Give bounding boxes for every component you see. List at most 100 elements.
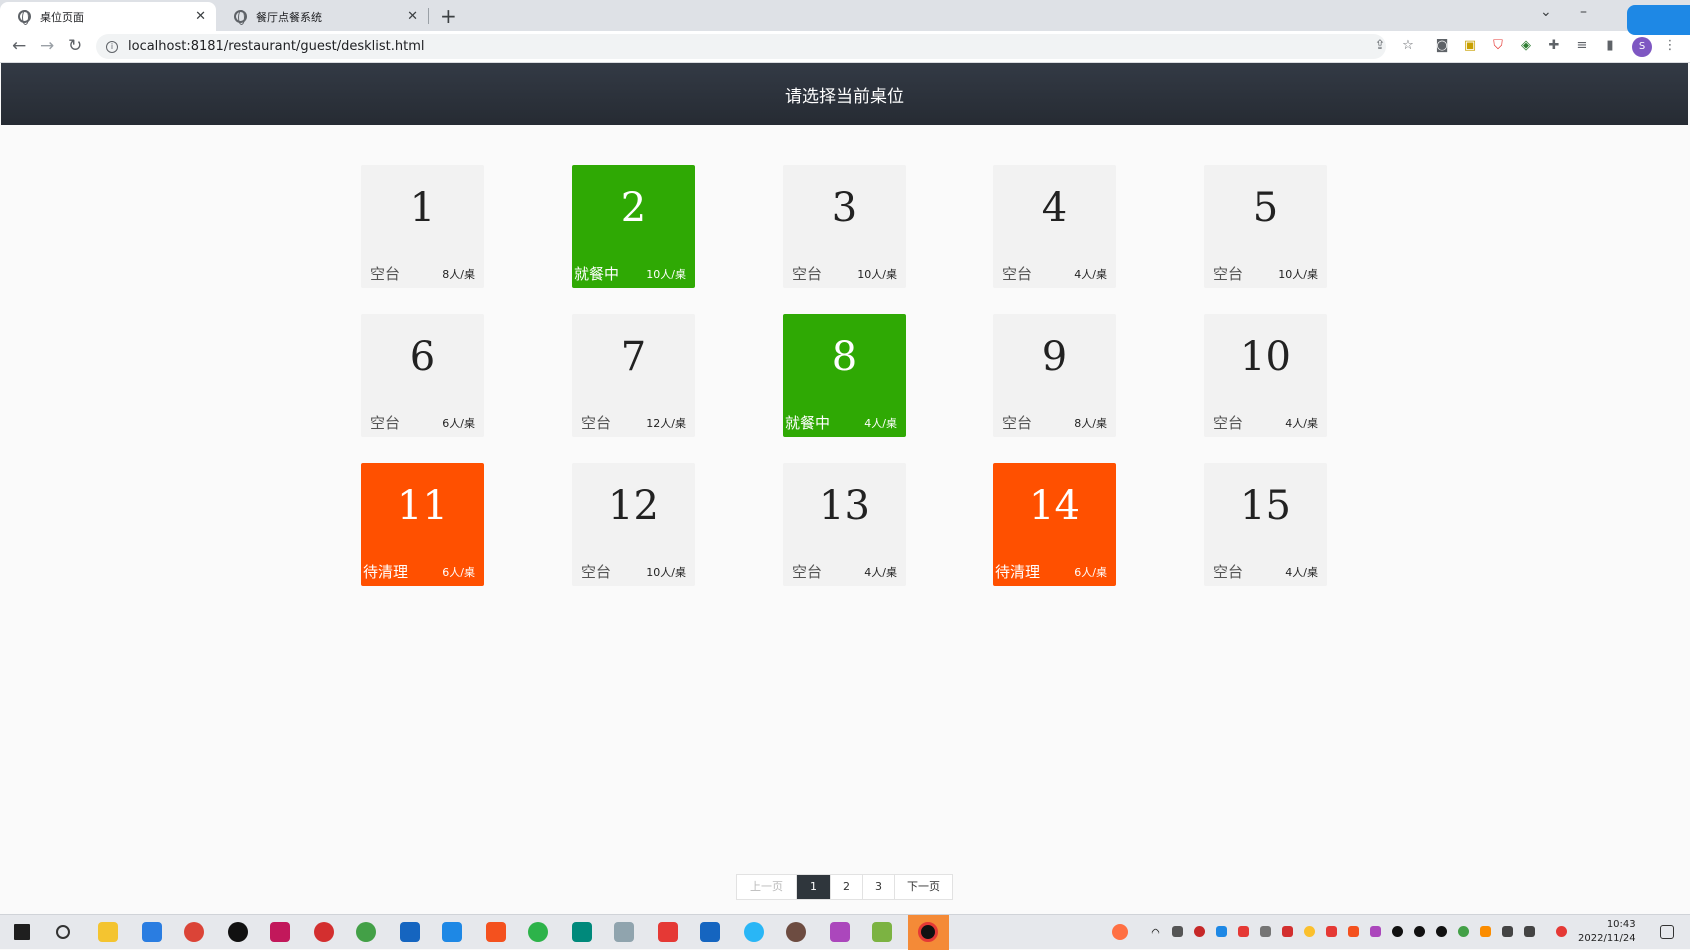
- desk-card-7[interactable]: 7 空台 12人/桌: [572, 314, 695, 437]
- close-icon[interactable]: ✕: [195, 9, 206, 24]
- desk-capacity: 10人/桌: [857, 268, 897, 281]
- search-icon[interactable]: [56, 925, 70, 939]
- address-bar[interactable]: i localhost:8181/restaurant/guest/deskli…: [96, 34, 1386, 59]
- browser-edge-icon[interactable]: [744, 922, 764, 942]
- back-icon[interactable]: ←: [12, 36, 26, 56]
- prev-page-button[interactable]: 上一页: [737, 875, 797, 899]
- tray-qq-icon-2[interactable]: [1414, 926, 1425, 937]
- mail-icon[interactable]: [442, 922, 462, 942]
- tray-expand-icon[interactable]: [1150, 927, 1161, 938]
- desk-card-11[interactable]: 11 待清理 6人/桌: [361, 463, 484, 586]
- user-avatar-icon[interactable]: [786, 922, 806, 942]
- forward-icon[interactable]: →: [40, 36, 54, 56]
- screen-recorder-icon[interactable]: [918, 922, 938, 942]
- notification-icon[interactable]: [1660, 925, 1674, 939]
- desk-capacity: 4人/桌: [864, 417, 897, 430]
- page-button-1[interactable]: 1: [797, 875, 831, 899]
- tray-icon-10[interactable]: [1370, 926, 1381, 937]
- windows-start-icon[interactable]: [14, 924, 30, 940]
- desk-card-2[interactable]: 2 就餐中 10人/桌: [572, 165, 695, 288]
- profile-avatar[interactable]: S: [1632, 37, 1652, 57]
- desk-status: 待清理: [363, 563, 409, 581]
- desk-card-5[interactable]: 5 空台 10人/桌: [1204, 165, 1327, 288]
- chrome-icon[interactable]: [184, 922, 204, 942]
- bookmark-star-icon[interactable]: ☆: [1400, 38, 1416, 54]
- tray-qq-icon-3[interactable]: [1436, 926, 1447, 937]
- extension-green-icon[interactable]: ◈: [1518, 38, 1534, 54]
- tray-icon-7[interactable]: [1304, 926, 1315, 937]
- tray-icon-1[interactable]: [1172, 926, 1183, 937]
- menu-icon[interactable]: ⋮: [1662, 38, 1678, 54]
- side-panel-icon[interactable]: ▮: [1602, 38, 1618, 54]
- desk-card-4[interactable]: 4 空台 4人/桌: [993, 165, 1116, 288]
- desk-card-12[interactable]: 12 空台 10人/桌: [572, 463, 695, 586]
- qq-icon[interactable]: [228, 922, 248, 942]
- tray-orange-icon[interactable]: [1112, 924, 1128, 940]
- image-viewer-icon[interactable]: [614, 922, 634, 942]
- volume-icon[interactable]: [1524, 926, 1535, 937]
- desk-status: 空台: [370, 265, 401, 283]
- file-explorer-icon[interactable]: [98, 922, 118, 942]
- new-tab-icon[interactable]: +: [440, 4, 457, 28]
- intellij-icon[interactable]: [270, 922, 290, 942]
- app-red-icon[interactable]: [658, 922, 678, 942]
- share-icon[interactable]: ⇪: [1372, 38, 1388, 54]
- reload-icon[interactable]: ↻: [68, 36, 82, 56]
- tray-icon-12[interactable]: [1556, 926, 1567, 937]
- desk-capacity: 10人/桌: [646, 566, 686, 579]
- desk-card-10[interactable]: 10 空台 4人/桌: [1204, 314, 1327, 437]
- sync-icon[interactable]: [356, 922, 376, 942]
- tray-icon-3[interactable]: [1216, 926, 1227, 937]
- tray-icon-11[interactable]: [1480, 926, 1491, 937]
- desk-card-8[interactable]: 8 就餐中 4人/桌: [783, 314, 906, 437]
- tray-icon-6[interactable]: [1282, 926, 1293, 937]
- desk-card-13[interactable]: 13 空台 4人/桌: [783, 463, 906, 586]
- page-button-3[interactable]: 3: [863, 875, 895, 899]
- taskbar-clock[interactable]: 10:43 2022/11/24: [1578, 918, 1636, 946]
- tray-wechat-icon[interactable]: [1458, 926, 1469, 937]
- app-purple-icon[interactable]: [830, 922, 850, 942]
- desk-capacity: 4人/桌: [1285, 566, 1318, 579]
- minimize-icon[interactable]: –: [1580, 4, 1587, 20]
- desk-number: 6: [409, 334, 436, 380]
- app-blue-icon[interactable]: [142, 922, 162, 942]
- tab-search-icon[interactable]: ⌄: [1540, 4, 1552, 20]
- desk-card-6[interactable]: 6 空台 6人/桌: [361, 314, 484, 437]
- webstorm-icon[interactable]: [572, 922, 592, 942]
- desk-card-3[interactable]: 3 空台 10人/桌: [783, 165, 906, 288]
- image-extension-icon[interactable]: ▣: [1462, 38, 1478, 54]
- reading-list-icon[interactable]: ≡: [1574, 38, 1590, 54]
- desk-number: 12: [608, 483, 659, 529]
- desk-card-14[interactable]: 14 待清理 6人/桌: [993, 463, 1116, 586]
- cloud-badge[interactable]: [1627, 5, 1690, 35]
- record-icon[interactable]: [314, 922, 334, 942]
- desk-status: 空台: [1213, 265, 1244, 283]
- next-page-button[interactable]: 下一页: [895, 875, 952, 899]
- desk-card-1[interactable]: 1 空台 8人/桌: [361, 165, 484, 288]
- close-icon[interactable]: ✕: [407, 9, 418, 24]
- tab-desk-page[interactable]: 桌位页面 ✕: [0, 2, 216, 31]
- camera-icon[interactable]: ◙: [1434, 38, 1450, 54]
- tray-icon-8[interactable]: [1326, 926, 1337, 937]
- tray-icon-2[interactable]: [1194, 926, 1205, 937]
- page-button-2[interactable]: 2: [831, 875, 863, 899]
- tray-qq-icon[interactable]: [1392, 926, 1403, 937]
- puzzle-icon[interactable]: ✚: [1546, 38, 1562, 54]
- tray-icon-4[interactable]: [1238, 926, 1249, 937]
- desk-card-15[interactable]: 15 空台 4人/桌: [1204, 463, 1327, 586]
- store-icon[interactable]: [400, 922, 420, 942]
- notepad-icon[interactable]: [872, 922, 892, 942]
- network-icon[interactable]: [1502, 926, 1513, 937]
- desk-number: 14: [1029, 483, 1080, 529]
- desk-capacity: 10人/桌: [646, 268, 686, 281]
- word-icon[interactable]: [700, 922, 720, 942]
- wechat-icon[interactable]: [528, 922, 548, 942]
- desk-card-9[interactable]: 9 空台 8人/桌: [993, 314, 1116, 437]
- tray-icon-9[interactable]: [1348, 926, 1359, 937]
- app-orange-icon[interactable]: [486, 922, 506, 942]
- tray-icon-5[interactable]: [1260, 926, 1271, 937]
- info-icon[interactable]: i: [106, 40, 118, 53]
- tab-restaurant-system[interactable]: 餐厅点餐系统 ✕: [216, 2, 428, 31]
- globe-icon: [234, 10, 247, 25]
- shield-icon[interactable]: ⛉: [1490, 38, 1506, 54]
